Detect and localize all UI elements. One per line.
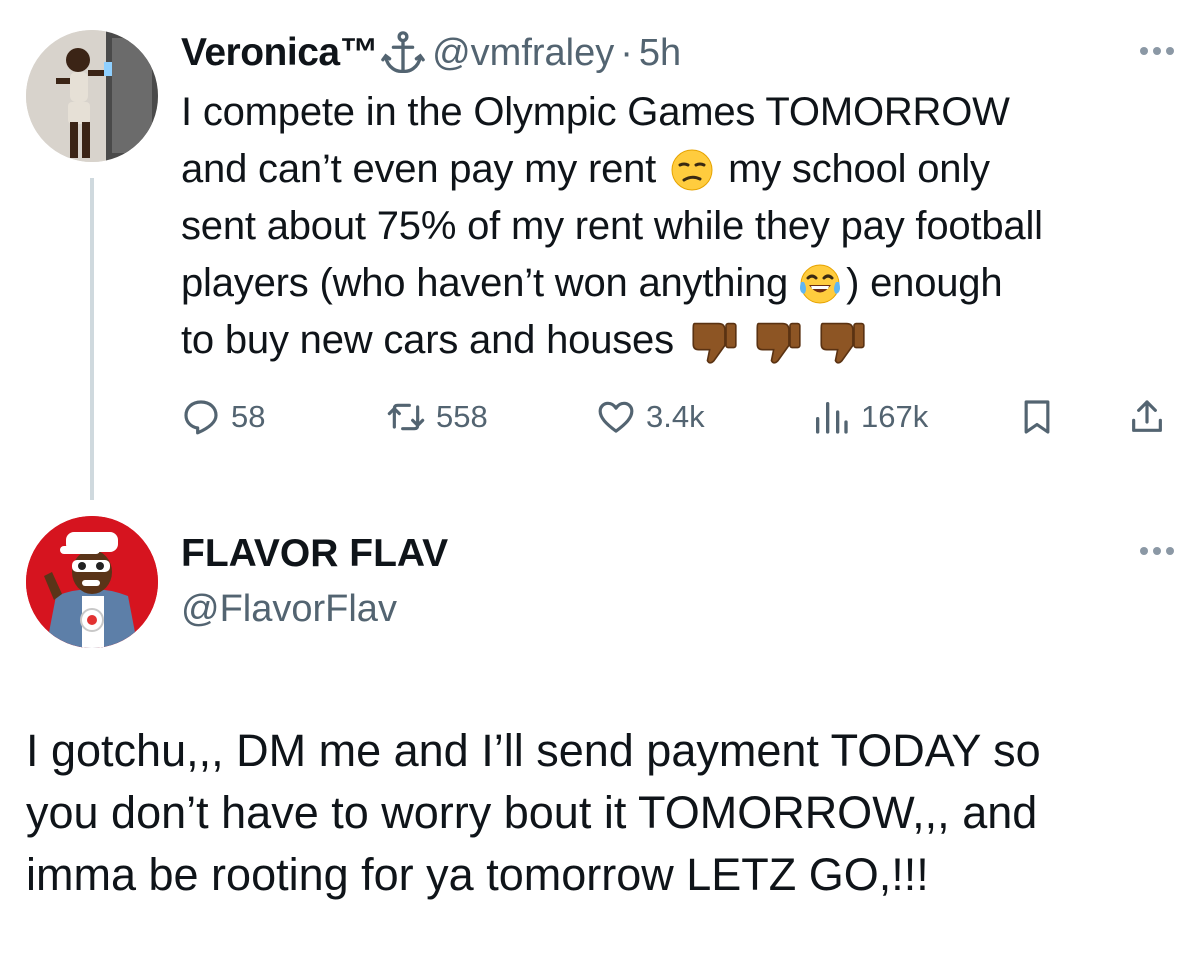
thumbs-down-icon xyxy=(820,322,865,364)
tweet-veronica: Veronica™ @vmfraley · 5h I compete in th… xyxy=(0,0,1200,500)
share-icon xyxy=(1132,400,1162,432)
tweet-actions: 58 558 3.4k 167k xyxy=(181,392,1171,442)
thumbs-down-icon xyxy=(756,322,801,364)
tweet-text-line: I compete in the Olympic Games TOMORROW xyxy=(181,90,1010,134)
tears-of-joy-icon xyxy=(800,264,841,303)
tweet-text: I compete in the Olympic Games TOMORROW … xyxy=(181,84,1181,369)
timestamp[interactable]: 5h xyxy=(639,32,681,75)
thread-line xyxy=(90,178,94,500)
tweet-text-line: to buy new cars and houses xyxy=(181,312,1181,369)
tweet-text-line: I gotchu,,, DM me and I’ll send payment … xyxy=(26,725,1041,776)
tweet-text-line: and can’t even pay my rent my school onl… xyxy=(181,147,990,191)
reply-count: 58 xyxy=(231,399,266,434)
tweet-text-line: sent about 75% of my rent while they pay… xyxy=(181,204,1043,248)
tweet-text: I gotchu,,, DM me and I’ll send payment … xyxy=(26,720,1186,906)
analytics-bars-icon xyxy=(816,402,848,434)
separator-dot: · xyxy=(620,31,633,74)
views-button[interactable]: 167k xyxy=(811,392,928,442)
like-button[interactable]: 3.4k xyxy=(596,392,705,442)
unamused-face-icon xyxy=(671,149,713,190)
tweet-text-line: you don’t have to worry bout it TOMORROW… xyxy=(26,787,1038,838)
view-count: 167k xyxy=(861,399,929,434)
display-name[interactable]: Veronica™ xyxy=(181,31,379,75)
repost-count: 558 xyxy=(436,399,488,434)
avatar-photo-icon xyxy=(26,516,158,648)
tweet-flavorflav: FLAVOR FLAV @FlavorFlav I gotchu,,, DM m… xyxy=(0,500,1200,958)
share-button[interactable] xyxy=(1127,392,1177,442)
display-name[interactable]: FLAVOR FLAV xyxy=(181,532,448,576)
repost-button[interactable]: 558 xyxy=(386,392,488,442)
anchor-icon xyxy=(381,31,425,74)
reply-button[interactable]: 58 xyxy=(181,392,265,442)
heart-icon xyxy=(598,401,634,433)
bookmark-button[interactable] xyxy=(1017,392,1067,442)
thumbs-down-icon xyxy=(692,322,737,364)
tweet-text-line: players (who haven’t won anything ) enou… xyxy=(181,261,1003,305)
avatar[interactable] xyxy=(26,30,158,162)
handle[interactable]: @FlavorFlav xyxy=(181,588,397,631)
like-count: 3.4k xyxy=(646,399,705,434)
tweet-header: Veronica™ @vmfraley · 5h xyxy=(181,28,681,78)
more-options-icon[interactable] xyxy=(1140,545,1180,557)
avatar[interactable] xyxy=(26,516,158,648)
reply-icon xyxy=(184,400,218,435)
handle[interactable]: @vmfraley xyxy=(432,32,614,75)
bookmark-icon xyxy=(1024,400,1050,434)
more-options-icon[interactable] xyxy=(1140,45,1180,57)
repost-icon xyxy=(387,403,425,431)
tweet-text-line: imma be rooting for ya tomorrow LETZ GO,… xyxy=(26,849,929,900)
avatar-photo-icon xyxy=(26,30,158,162)
